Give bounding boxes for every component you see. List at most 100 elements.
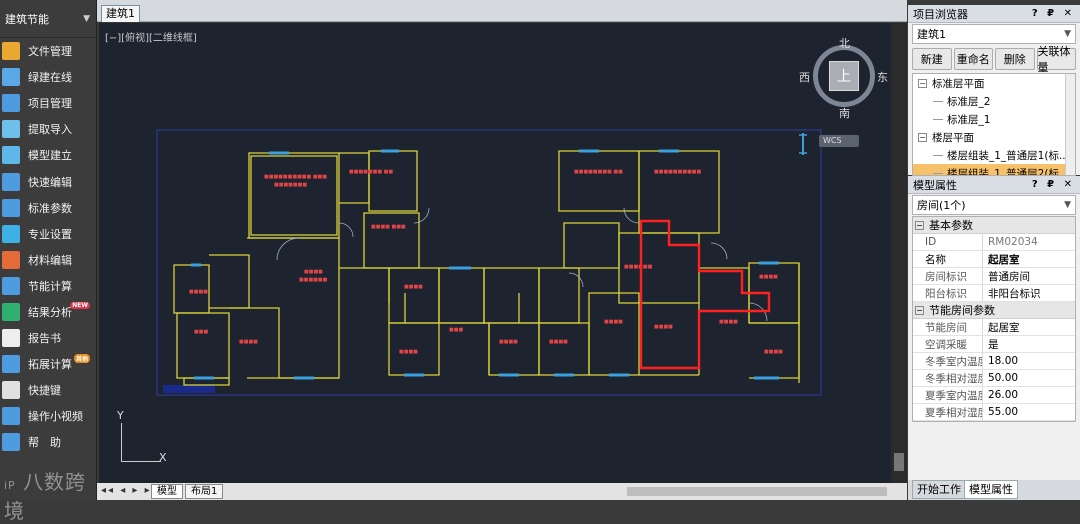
sidebar-header[interactable]: 建筑节能 ▼ (0, 0, 96, 38)
compass-east[interactable]: 东 (877, 69, 888, 85)
svg-text:■■■: ■■■ (194, 329, 208, 335)
sidebar-item[interactable]: 绿建在线 (0, 64, 96, 90)
svg-text:■■■■: ■■■■ (304, 269, 323, 275)
viewcube[interactable]: 上 北 南 西 东 (799, 35, 888, 121)
collapse-icon[interactable]: − (915, 220, 924, 230)
sidebar-item[interactable]: 结果分析 NEW (0, 299, 96, 325)
property-value[interactable]: 非阳台标识 (983, 285, 1075, 301)
chevron-down-icon[interactable]: ▼ (1064, 200, 1071, 210)
svg-text:■■■■: ■■■■ (764, 349, 783, 355)
tab-start-work[interactable]: 开始工作 (912, 480, 966, 499)
compass-north[interactable]: 北 (839, 35, 850, 51)
material-icon (2, 250, 20, 269)
layout-tab-bar: ◂◂ ◂ ▸ ▸▸ 模型 布局1 (97, 483, 907, 500)
project-tree[interactable]: − 标准层平面 标准层_2 标准层_1− 楼层平面 楼层组装_1_普通层1(标... 楼层组… (912, 73, 1076, 176)
property-key: 夏季室内温度(℃ (913, 387, 983, 403)
document-tab-bar: 建筑1 (97, 0, 907, 22)
sidebar-item[interactable]: 项目管理 (0, 90, 96, 116)
property-category[interactable]: − 节能房间参数 (913, 302, 1075, 319)
tree-node[interactable]: 标准层_2 (913, 92, 1075, 110)
sidebar-item[interactable]: 提取导入 (0, 116, 96, 142)
project-browser-title: 项目浏览器 (913, 7, 968, 21)
collapse-icon[interactable]: − (915, 305, 924, 315)
collapse-icon[interactable]: − (918, 132, 927, 142)
wcs-button[interactable]: WCS (819, 135, 859, 147)
sidebar-item[interactable]: 操作小视频 (0, 403, 96, 429)
project-browser-button[interactable]: 重命名 (953, 48, 993, 70)
compass-west[interactable]: 西 (799, 69, 810, 85)
sidebar-item[interactable]: 节能计算 (0, 273, 96, 299)
viewport-vertical-scrollbar[interactable] (891, 23, 907, 483)
panel-controls[interactable]: ? ₽ ✕ (1032, 8, 1075, 19)
property-row: 房间标识 普通房间 (913, 268, 1075, 285)
tab-model-properties[interactable]: 模型属性 (964, 480, 1018, 499)
scroll-thumb[interactable] (894, 453, 904, 471)
standard-params-icon (2, 198, 20, 217)
report-icon (2, 329, 20, 348)
building-selector-value: 建筑1 (917, 28, 946, 41)
collapse-icon[interactable]: − (918, 78, 927, 88)
property-value[interactable]: 26.00 (983, 387, 1075, 403)
chevron-down-icon[interactable]: ▼ (1064, 29, 1071, 39)
project-browser-button[interactable]: 关联体量 (1036, 45, 1076, 74)
floor-plan-drawing[interactable]: ■■■■■■■■■■ ■■■ ■■■■■■■ ■■■■■■■ ■■ ■■■■ ■… (99, 23, 891, 483)
sidebar-item-label: 报告书 (28, 332, 61, 346)
panel-controls[interactable]: ? ₽ ✕ (1032, 179, 1075, 190)
property-value[interactable]: 55.00 (983, 404, 1075, 420)
sidebar-item[interactable]: 快捷键 (0, 377, 96, 403)
property-category[interactable]: − 基本参数 (913, 217, 1075, 234)
tab-layout1[interactable]: 布局1 (185, 484, 224, 499)
sidebar-item[interactable]: 模型建立 (0, 142, 96, 168)
tree-scrollbar[interactable] (1065, 74, 1075, 175)
room-labels: ■■■■■■■■■■ ■■■ ■■■■■■■ ■■■■■■■ ■■ ■■■■ ■… (189, 169, 783, 355)
viewcube-top-face[interactable]: 上 (829, 61, 859, 91)
building-selector[interactable]: 建筑1 ▼ (912, 24, 1076, 44)
tree-node-label: 标准层平面 (932, 77, 985, 90)
element-type-selector[interactable]: 房间(1个) ▼ (912, 195, 1076, 215)
tree-node[interactable]: 楼层组装_1_普通层2(标 (913, 164, 1075, 175)
tree-node[interactable]: 标准层_1 (913, 110, 1075, 128)
property-value[interactable]: 50.00 (983, 370, 1075, 386)
sidebar-item[interactable]: 快速编辑 (0, 168, 96, 194)
project-browser-button[interactable]: 新建 (912, 48, 952, 70)
tab-model[interactable]: 模型 (151, 484, 183, 499)
sidebar-item-label: 提取导入 (28, 123, 72, 137)
selected-room-outline[interactable] (639, 219, 771, 370)
tree-node-label: 楼层平面 (932, 131, 974, 144)
property-value[interactable]: 普通房间 (983, 268, 1075, 284)
property-value[interactable]: 是 (983, 336, 1075, 352)
property-row: 节能房间 起居室 (913, 319, 1075, 336)
tree-connector (933, 118, 943, 120)
property-key: 节能房间 (913, 319, 983, 335)
sidebar-item[interactable]: 文件管理 (0, 38, 96, 64)
drawing-viewport[interactable]: [−][俯视][二维线框] ■■■■■■■■■■ ■■■ ■■■■■■■ ■■■… (99, 23, 891, 483)
project-browser-buttons: 新建 重命名 删除 关联体量 (908, 45, 1080, 74)
project-browser-button[interactable]: 删除 (995, 48, 1035, 70)
svg-text:■■■■■■■■ ■■: ■■■■■■■■ ■■ (574, 169, 623, 175)
horizontal-scrollbar[interactable] (627, 487, 887, 496)
property-value[interactable]: 18.00 (983, 353, 1075, 369)
tree-connector (933, 172, 943, 174)
property-value[interactable]: 起居室 (983, 319, 1075, 335)
sidebar-item[interactable]: 专业设置 (0, 221, 96, 247)
sidebar-item[interactable]: 材料编辑 (0, 247, 96, 273)
tree-connector (933, 100, 943, 102)
sidebar-item[interactable]: 帮 助 (0, 429, 96, 455)
tree-node[interactable]: 楼层组装_1_普通层1(标... (913, 146, 1075, 164)
layout-nav-arrows[interactable]: ◂◂ ◂ ▸ ▸▸ (101, 485, 159, 496)
chevron-down-icon[interactable]: ▼ (83, 14, 90, 24)
tab-building1[interactable]: 建筑1 (101, 5, 140, 22)
import-icon (2, 120, 20, 139)
tree-node[interactable]: − 楼层平面 (913, 128, 1075, 146)
sidebar-item-label: 模型建立 (28, 149, 72, 163)
property-value[interactable]: 起居室 (983, 251, 1075, 267)
project-icon (2, 94, 20, 113)
property-key: 名称 (913, 251, 983, 267)
sidebar-item[interactable]: 报告书 (0, 325, 96, 351)
property-row: 冬季室内温度(℃18.00 (913, 353, 1075, 370)
compass-south[interactable]: 南 (839, 105, 850, 121)
sidebar-item[interactable]: 标准参数 (0, 195, 96, 221)
tree-node[interactable]: − 标准层平面 (913, 74, 1075, 92)
sidebar-item[interactable]: 拓展计算 其他 (0, 351, 96, 377)
tree-node-label: 标准层_2 (947, 95, 991, 108)
